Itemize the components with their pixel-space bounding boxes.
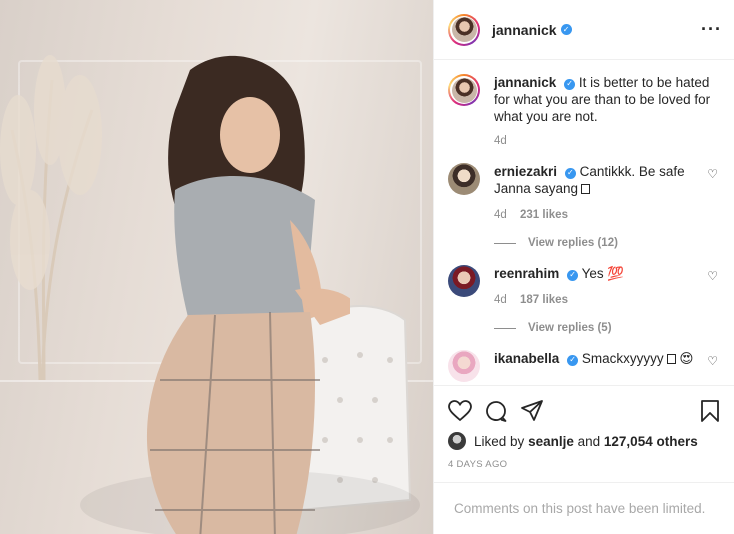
author-avatar[interactable] bbox=[451, 17, 477, 42]
liked-by-count[interactable]: 127,054 others bbox=[604, 434, 698, 449]
commenter-avatar[interactable] bbox=[448, 265, 480, 297]
comment-heart-icon[interactable]: ♡ bbox=[707, 269, 718, 283]
view-replies[interactable]: View replies (5) bbox=[494, 322, 720, 334]
hundred-points-emoji: 💯 bbox=[607, 266, 625, 281]
replies-divider bbox=[494, 327, 516, 329]
commenter-avatar[interactable] bbox=[448, 163, 480, 195]
view-replies-label[interactable]: View replies (5) bbox=[528, 322, 612, 334]
caption-time[interactable]: 4d bbox=[494, 135, 720, 147]
comment-username[interactable]: reenrahim bbox=[494, 266, 559, 281]
post-header: jannanick ✓ ··· bbox=[434, 0, 734, 60]
more-options-icon[interactable]: ··· bbox=[701, 19, 722, 40]
action-icons bbox=[448, 396, 720, 426]
comment-item: erniezakri ✓ Cantikkk. Be safe Janna say… bbox=[448, 163, 720, 221]
post-date[interactable]: 4 DAYS AGO bbox=[448, 459, 720, 470]
post-actions: Liked by seanlje and 127,054 others 4 DA… bbox=[434, 385, 734, 470]
instagram-post: jannanick ✓ ··· jannanick ✓ It is better… bbox=[0, 0, 734, 534]
emoji-placeholder-icon bbox=[581, 184, 591, 194]
comment-item: reenrahim ✓ Yes 💯 4d 187 likes ♡ bbox=[448, 265, 720, 306]
caption-username[interactable]: jannanick bbox=[494, 75, 556, 90]
commenter-avatar[interactable] bbox=[448, 350, 480, 382]
verified-badge-icon: ✓ bbox=[560, 24, 572, 35]
heart-eyes-emoji: 😍 bbox=[679, 351, 694, 366]
replies-divider bbox=[494, 242, 516, 244]
liked-by-prefix: Liked by bbox=[474, 433, 525, 449]
comment-heart-icon[interactable]: ♡ bbox=[707, 354, 718, 368]
comment-icon[interactable] bbox=[484, 399, 508, 423]
pampas-grass-decoration bbox=[0, 55, 102, 380]
comment-heart-icon[interactable]: ♡ bbox=[707, 167, 718, 181]
emoji-placeholder-icon bbox=[666, 354, 676, 364]
comments-limited-notice: Comments on this post have been limited. bbox=[434, 482, 734, 534]
person-figure bbox=[146, 55, 350, 534]
bookmark-icon[interactable] bbox=[700, 399, 720, 423]
view-replies-label[interactable]: View replies (12) bbox=[528, 237, 618, 249]
comment-text: Yes bbox=[581, 266, 604, 281]
caption: jannanick ✓ It is better to be hated for… bbox=[448, 74, 720, 147]
author-username[interactable]: jannanick bbox=[492, 22, 557, 38]
comment-likes[interactable]: 231 likes bbox=[520, 209, 568, 221]
liked-by-mid: and bbox=[577, 433, 601, 449]
verified-badge-icon: ✓ bbox=[567, 354, 579, 366]
verified-badge-icon: ✓ bbox=[567, 269, 579, 281]
story-ring[interactable] bbox=[448, 13, 480, 46]
verified-badge-icon: ✓ bbox=[564, 78, 576, 90]
liked-by-user[interactable]: seanlje bbox=[528, 434, 574, 449]
verified-badge-icon: ✓ bbox=[564, 167, 576, 179]
comment-item: ikanabella ✓ Smackxyyyyy 😍 ♡ bbox=[448, 350, 720, 382]
comments-section: jannanick ✓ It is better to be hated for… bbox=[434, 60, 734, 385]
view-replies[interactable]: View replies (12) bbox=[494, 237, 720, 249]
liker-avatar[interactable] bbox=[448, 432, 466, 450]
author-avatar[interactable] bbox=[451, 77, 477, 103]
heart-icon[interactable] bbox=[448, 400, 472, 422]
story-ring[interactable] bbox=[448, 74, 480, 106]
comment-username[interactable]: ikanabella bbox=[494, 351, 559, 366]
comment-time[interactable]: 4d bbox=[494, 209, 507, 221]
comment-time[interactable]: 4d bbox=[494, 294, 507, 306]
comment-username[interactable]: erniezakri bbox=[494, 164, 557, 179]
post-side-panel: jannanick ✓ ··· jannanick ✓ It is better… bbox=[433, 0, 734, 534]
comment-text: Smackxyyyyy bbox=[581, 351, 664, 366]
post-photo[interactable] bbox=[0, 0, 433, 534]
liked-by-row: Liked by seanlje and 127,054 others bbox=[448, 432, 720, 450]
comment-likes[interactable]: 187 likes bbox=[520, 294, 568, 306]
share-icon[interactable] bbox=[520, 399, 544, 423]
